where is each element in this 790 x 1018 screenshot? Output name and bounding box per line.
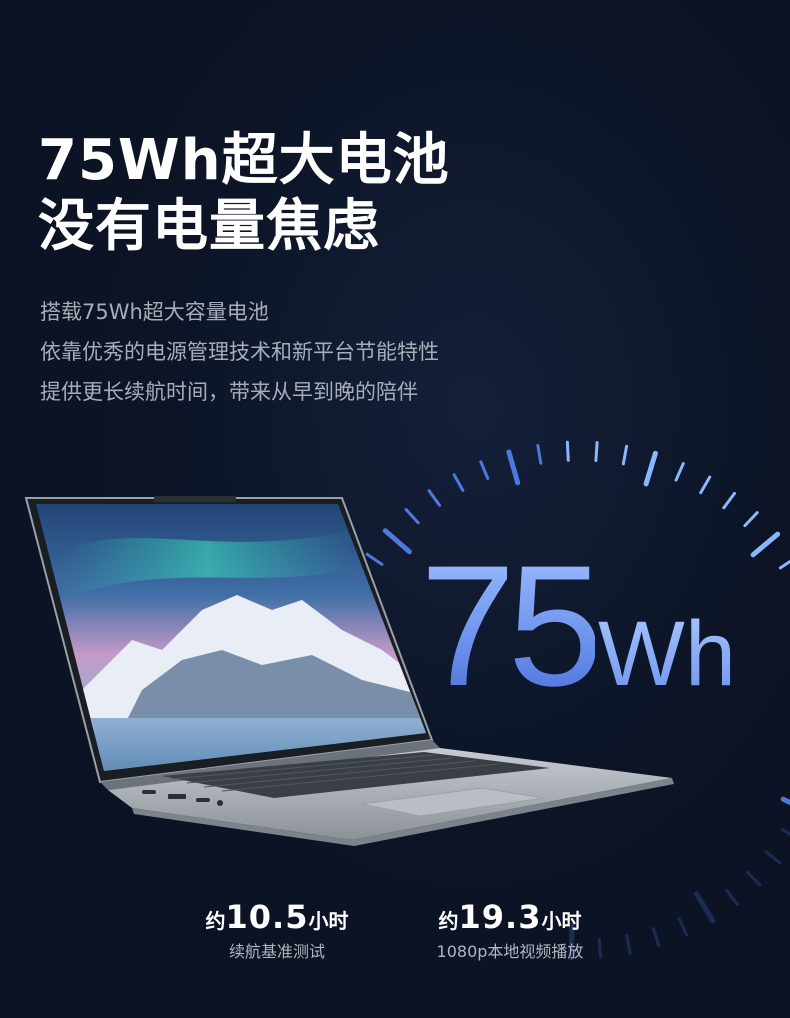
gauge-tick — [724, 888, 739, 906]
stat-prefix: 约 — [205, 909, 226, 933]
gauge-tick — [674, 462, 685, 482]
gauge-tick — [506, 449, 521, 486]
gauge-tick — [651, 927, 661, 948]
gauge-tick — [643, 450, 658, 487]
stat-unit: 小时 — [541, 909, 582, 933]
laptop-image — [24, 496, 674, 846]
gauge-tick — [745, 870, 762, 887]
gauge-tick — [764, 850, 782, 865]
gauge-tick — [594, 441, 599, 463]
gauge-tick — [750, 531, 781, 558]
battery-stat-benchmark: 约10.5小时 续航基准测试 — [196, 898, 358, 962]
gauge-tick — [722, 491, 737, 510]
gauge-tick — [536, 443, 543, 465]
gauge-tick — [621, 444, 629, 466]
gauge-tick — [693, 891, 716, 924]
stat-value: 19.3 — [458, 898, 542, 936]
gauge-tick — [479, 460, 490, 480]
stat-prefix: 约 — [438, 909, 459, 933]
gauge-tick — [565, 440, 570, 462]
gauge-tick — [625, 933, 632, 955]
battery-stat-video: 约19.3小时 1080p本地视频播放 — [420, 898, 600, 962]
gauge-tick — [778, 559, 790, 570]
stat-unit: 小时 — [308, 909, 349, 933]
gauge-tick — [780, 827, 790, 837]
gauge-tick — [743, 511, 759, 528]
gauge-tick — [452, 473, 465, 492]
gauge-tick — [699, 475, 712, 495]
stat-note: 1080p本地视频播放 — [436, 942, 584, 961]
gauge-tick — [677, 917, 689, 937]
stat-value: 10.5 — [225, 898, 309, 936]
gauge-tick — [780, 796, 790, 806]
stat-note: 续航基准测试 — [228, 942, 325, 961]
